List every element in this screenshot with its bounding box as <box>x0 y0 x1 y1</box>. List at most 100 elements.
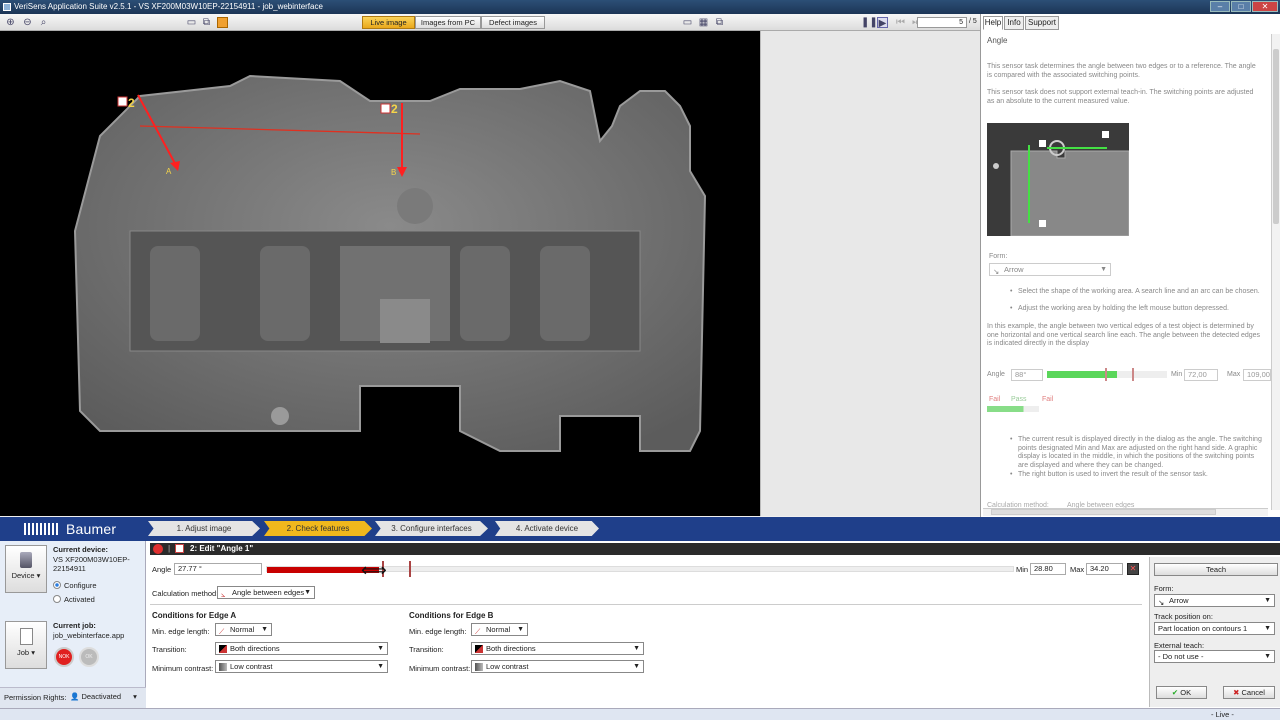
step-adjust-image[interactable]: 1. Adjust image <box>148 521 260 536</box>
max-value-field[interactable]: 34.20 <box>1086 563 1123 575</box>
step-configure-interfaces[interactable]: 3. Configure interfaces <box>375 521 488 536</box>
external-teach-dropdown[interactable]: - Do not use - ▼ <box>1154 650 1275 663</box>
help-angle-bar <box>1047 371 1167 378</box>
configure-radio[interactable]: Configure <box>53 581 97 590</box>
edge-a-transition-label: Transition: <box>152 645 187 654</box>
image-toolbar: ⊕ ⊖ ⌕ ▭ ⧉ Live image Images from PC Defe… <box>0 14 980 31</box>
overlay-toggle-icon[interactable] <box>217 17 228 28</box>
step-activate-device[interactable]: 4. Activate device <box>495 521 599 536</box>
play-icon[interactable]: ▶ <box>877 17 888 29</box>
help-angle-label: Angle <box>987 371 1005 378</box>
edge-label-a: A <box>166 167 172 176</box>
window-icon[interactable]: ▭ <box>682 17 693 28</box>
track-position-dropdown[interactable]: Part location on contours 1 ▼ <box>1154 622 1275 635</box>
check-icon: ✔ <box>1171 688 1179 697</box>
help-hscrollbar[interactable] <box>983 508 1268 516</box>
min-value-field[interactable]: 28.80 <box>1030 563 1066 575</box>
task-settings-panel: Teach Form: ↘ Arrow ▼ Track position on: P… <box>1149 557 1280 707</box>
help-paragraph-2: This sensor task does not support extern… <box>987 89 1254 105</box>
help-paragraph-3: In this example, the angle between two v… <box>987 323 1261 347</box>
device-panel: Device ▾ Current device: VS XF200M03W10E… <box>0 541 146 708</box>
help-example-image <box>987 123 1129 236</box>
workflow-bar: Baumer 1. Adjust image 2. Check features… <box>0 517 1280 541</box>
help-min-value: 72,00 <box>1184 369 1218 381</box>
invert-result-button[interactable]: ✕ <box>1127 563 1139 575</box>
zoom-in-icon[interactable]: ⊕ <box>5 17 16 28</box>
max-label: Max <box>1070 565 1085 574</box>
task-icon <box>175 544 184 553</box>
image-index-field[interactable]: 5 <box>917 17 967 28</box>
edge-a-length-label: Min. edge length: <box>152 627 210 636</box>
tab-support[interactable]: Support <box>1025 16 1059 30</box>
edge-b-contrast-dropdown[interactable]: Low contrast ▼ <box>471 660 644 673</box>
app-icon <box>3 3 11 11</box>
edge-a-transition-dropdown[interactable]: Both directions ▼ <box>215 642 388 655</box>
edit-title: 2: Edit "Angle 1" <box>190 544 254 553</box>
brand-logo: Baumer <box>24 522 116 537</box>
grid-icon[interactable]: ▦ <box>698 17 709 28</box>
activated-radio[interactable]: Activated <box>53 595 95 604</box>
edge-b-length-label: Min. edge length: <box>409 627 467 636</box>
select-area-icon[interactable]: ▭ <box>186 17 197 28</box>
camera-image[interactable]: 2 2 A B <box>0 31 760 516</box>
calc-method-label: Calculation method: <box>152 589 219 598</box>
form-dropdown[interactable]: ↘ Arrow ▼ <box>1154 594 1275 607</box>
min-label: Min <box>1016 565 1029 574</box>
zoom-out-icon[interactable]: ⊖ <box>22 17 33 28</box>
marker-1[interactable]: 2 <box>128 96 135 110</box>
step-check-features[interactable]: 2. Check features <box>264 521 372 536</box>
close-button[interactable]: ✕ <box>1252 1 1278 12</box>
job-heading: Current job: <box>53 621 96 630</box>
tab-help[interactable]: Help <box>983 16 1003 30</box>
status-bar: - Live - <box>0 708 1280 720</box>
edge-b-length-dropdown[interactable]: ⟋ Normal ▼ <box>471 623 528 636</box>
minimize-button[interactable]: – <box>1210 1 1230 12</box>
camera-icon <box>20 552 32 568</box>
external-teach-label: External teach: <box>1154 641 1205 650</box>
teach-button[interactable]: Teach <box>1154 563 1278 576</box>
cancel-button[interactable]: ✖ Cancel <box>1223 686 1275 699</box>
tab-defect-images[interactable]: Defect images <box>481 16 545 29</box>
edge-b-transition-label: Transition: <box>409 645 444 654</box>
pause-icon[interactable]: ❚❚ <box>861 17 878 28</box>
ok-button[interactable]: ✔ OK <box>1156 686 1207 699</box>
angle-value: 27.77 ° <box>174 563 262 575</box>
user-icon: 👤 <box>70 692 80 701</box>
device-heading: Current device: <box>53 545 109 554</box>
tab-images-from-pc[interactable]: Images from PC <box>415 16 481 29</box>
edit-header: | 2: Edit "Angle 1" <box>150 543 1280 555</box>
help-form-dropdown: ↘ Arrow ▼ <box>989 263 1111 276</box>
edge-a-contrast-label: Minimum contrast: <box>152 664 214 673</box>
tab-live-image[interactable]: Live image <box>362 16 415 29</box>
first-image-icon[interactable]: ⏮ <box>895 17 906 28</box>
job-name: job_webinterface.app <box>53 631 125 640</box>
marker-2[interactable]: 2 <box>391 102 398 116</box>
angle-label: Angle <box>152 565 172 574</box>
help-max-value: 109,00 <box>1243 369 1271 381</box>
document-icon <box>19 628 33 645</box>
edge-label-b: B <box>391 168 396 177</box>
help-paragraph-1: This sensor task determines the angle be… <box>987 63 1256 79</box>
calc-method-dropdown[interactable]: ⦣ Angle between edges ▼ <box>217 586 315 599</box>
maximize-button[interactable]: □ <box>1231 1 1251 12</box>
edge-a-heading: Conditions for Edge A <box>152 611 237 620</box>
edge-b-heading: Conditions for Edge B <box>409 611 494 620</box>
help-bullet-3: The current result is displayed directly… <box>1018 436 1262 469</box>
part-image: 2 2 A B <box>73 74 707 452</box>
tab-info[interactable]: Info <box>1004 16 1024 30</box>
export-icon[interactable]: ⧉ <box>714 17 725 28</box>
permission-dropdown[interactable]: 👤 Deactivated ▾ <box>70 692 137 701</box>
crop-icon[interactable]: ⧉ <box>201 17 212 28</box>
permission-label: Permission Rights: <box>4 693 67 702</box>
help-angle-value: 88° <box>1011 369 1043 381</box>
zoom-fit-icon[interactable]: ⌕ <box>38 17 49 28</box>
help-vscrollbar[interactable] <box>1271 34 1280 510</box>
ok-indicator: OK <box>79 647 99 667</box>
edge-a-contrast-dropdown[interactable]: Low contrast ▼ <box>215 660 388 673</box>
divider <box>150 604 1142 605</box>
device-button[interactable]: Device ▾ <box>5 545 47 593</box>
edge-b-transition-dropdown[interactable]: Both directions ▼ <box>471 642 644 655</box>
edge-a-length-dropdown[interactable]: ⟋ Normal ▼ <box>215 623 272 636</box>
help-pass-bar <box>987 406 1039 412</box>
job-button[interactable]: Job ▾ <box>5 621 47 669</box>
